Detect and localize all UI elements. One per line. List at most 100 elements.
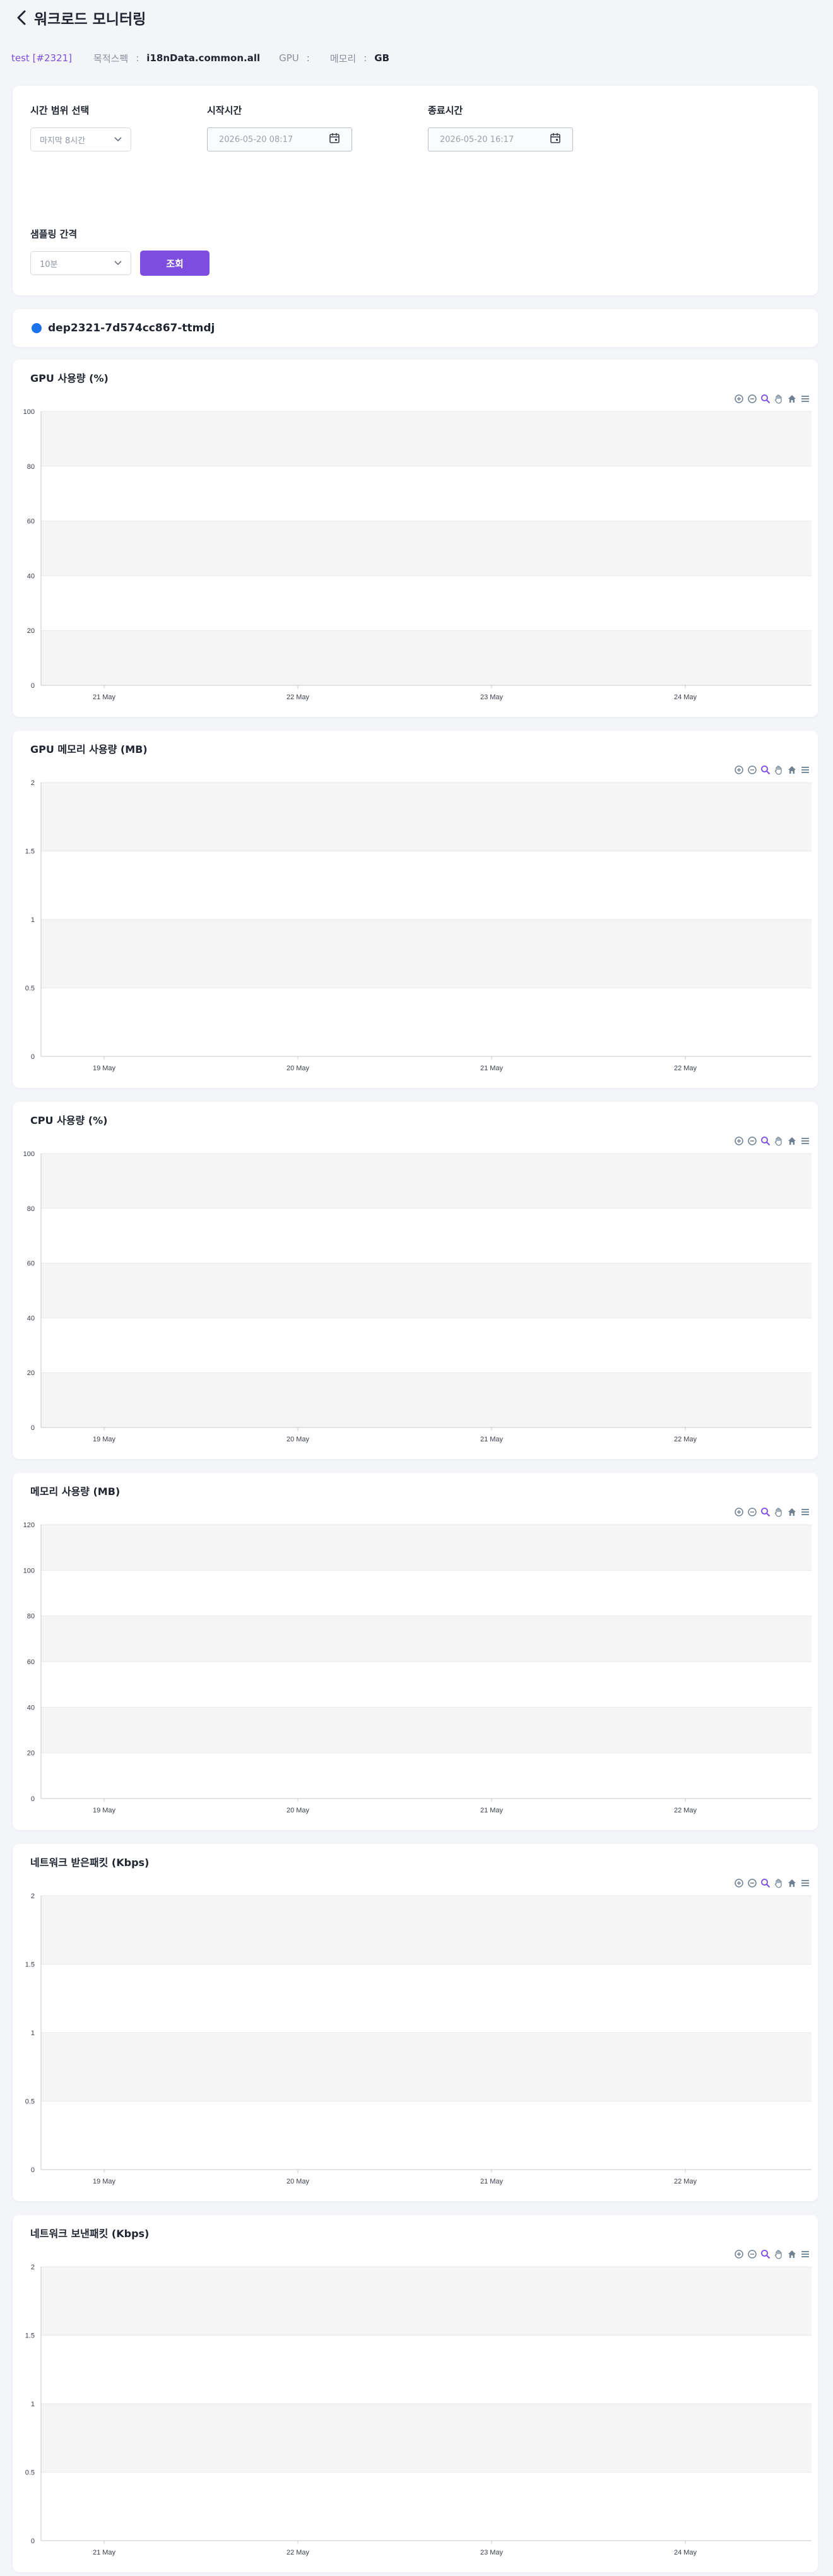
x-tick-label: 21 May xyxy=(93,694,116,701)
zoom-select-icon[interactable] xyxy=(760,1878,771,1888)
zoom-out-icon[interactable] xyxy=(747,765,757,775)
y-tick-label: 0.5 xyxy=(25,2469,35,2477)
grid-band xyxy=(41,1896,812,1964)
time-range-label: 시간 범위 선택 xyxy=(30,105,90,116)
time-range-value: 마지막 8시간 xyxy=(40,136,86,146)
chevron-down-icon xyxy=(114,135,122,145)
zoom-out-icon[interactable] xyxy=(747,1136,757,1146)
pan-hand-icon[interactable] xyxy=(774,1507,784,1517)
chart-title: GPU 사용량 (%) xyxy=(30,372,109,384)
pod-selector[interactable]: dep2321-7d574cc867-ttmdj xyxy=(13,309,818,347)
x-tick-label: 23 May xyxy=(480,2549,504,2556)
chart-card: 0 0.5 1 1.5 2 21 May 22 May 23 May 24 May 네트워크 보낸… xyxy=(13,2215,818,2572)
chart-title: GPU 메모리 사용량 (MB) xyxy=(30,743,148,755)
y-tick-label: 100 xyxy=(23,1567,35,1575)
y-tick-label: 1.5 xyxy=(25,1961,35,1969)
colon-separator: : xyxy=(306,52,310,64)
start-time-input[interactable]: 2026-05-20 08:17 xyxy=(207,127,352,151)
search-button[interactable]: 조회 xyxy=(140,251,210,276)
colon-separator: : xyxy=(136,52,139,64)
menu-icon[interactable] xyxy=(800,2249,810,2259)
home-icon[interactable] xyxy=(787,394,797,404)
pan-hand-icon[interactable] xyxy=(774,2249,784,2259)
y-tick-label: 0 xyxy=(31,1053,35,1061)
grid-band xyxy=(41,411,812,466)
x-tick-label: 22 May xyxy=(287,694,310,701)
menu-icon[interactable] xyxy=(800,394,810,404)
menu-icon[interactable] xyxy=(800,1507,810,1517)
y-tick-label: 60 xyxy=(27,518,35,526)
y-tick-label: 80 xyxy=(27,463,35,471)
chart-card: 0 0.5 1 1.5 2 19 May 20 May 21 May 22 May GPU 메모리… xyxy=(13,731,818,1088)
x-tick-label: 20 May xyxy=(287,1436,310,1443)
x-tick-label: 21 May xyxy=(480,1807,504,1814)
zoom-in-icon[interactable] xyxy=(734,1507,744,1517)
zoom-select-icon[interactable] xyxy=(760,1507,771,1517)
zoom-out-icon[interactable] xyxy=(747,1878,757,1888)
pan-hand-icon[interactable] xyxy=(774,394,784,404)
pod-name: dep2321-7d574cc867-ttmdj xyxy=(48,322,215,334)
x-tick-label: 21 May xyxy=(480,1065,504,1072)
zoom-in-icon[interactable] xyxy=(734,2249,744,2259)
zoom-select-icon[interactable] xyxy=(760,2249,771,2259)
x-tick-label: 22 May xyxy=(287,2549,310,2556)
zoom-select-icon[interactable] xyxy=(760,765,771,775)
pan-hand-icon[interactable] xyxy=(774,765,784,775)
home-icon[interactable] xyxy=(787,1136,797,1146)
chart-plot: 0 0.5 1 1.5 2 19 May 20 May 21 May 22 May xyxy=(25,1893,812,2185)
time-range-select[interactable]: 마지막 8시간 xyxy=(30,127,131,151)
zoom-select-icon[interactable] xyxy=(760,1136,771,1146)
chart-toolbar xyxy=(734,394,810,404)
chart-toolbar xyxy=(734,1136,810,1146)
y-tick-label: 0 xyxy=(31,2166,35,2174)
home-icon[interactable] xyxy=(787,2249,797,2259)
calendar-icon[interactable] xyxy=(329,133,340,146)
chart-title: 네트워크 받은패킷 (Kbps) xyxy=(30,1857,150,1869)
home-icon[interactable] xyxy=(787,1878,797,1888)
chart-title: 네트워크 보낸패킷 (Kbps) xyxy=(30,2228,150,2240)
menu-icon[interactable] xyxy=(800,765,810,775)
x-tick-label: 24 May xyxy=(674,2549,697,2556)
grid-band xyxy=(41,1373,812,1427)
grid-band xyxy=(41,2267,812,2336)
menu-icon[interactable] xyxy=(800,1878,810,1888)
calendar-icon[interactable] xyxy=(550,133,561,146)
pan-hand-icon[interactable] xyxy=(774,1136,784,1146)
zoom-select-icon[interactable] xyxy=(760,394,771,404)
y-tick-label: 2 xyxy=(31,779,35,787)
x-tick-label: 19 May xyxy=(93,1065,116,1072)
y-tick-label: 20 xyxy=(27,627,35,635)
grid-band xyxy=(41,2033,812,2101)
home-icon[interactable] xyxy=(787,765,797,775)
y-tick-label: 100 xyxy=(23,1150,35,1158)
zoom-in-icon[interactable] xyxy=(734,1136,744,1146)
grid-band xyxy=(41,1525,812,1571)
zoom-out-icon[interactable] xyxy=(747,2249,757,2259)
menu-icon[interactable] xyxy=(800,1136,810,1146)
zoom-out-icon[interactable] xyxy=(747,394,757,404)
zoom-in-icon[interactable] xyxy=(734,765,744,775)
x-tick-label: 24 May xyxy=(674,694,697,701)
chart-card: 0 20 40 60 80 100 120 19 May 20 May 21 May 22 May 메… xyxy=(13,1473,818,1830)
y-tick-label: 60 xyxy=(27,1260,35,1268)
zoom-in-icon[interactable] xyxy=(734,394,744,404)
y-tick-label: 1.5 xyxy=(25,2332,35,2340)
grid-band xyxy=(41,630,812,685)
chart-toolbar xyxy=(734,2249,810,2259)
end-time-input[interactable]: 2026-05-20 16:17 xyxy=(428,127,573,151)
zoom-out-icon[interactable] xyxy=(747,1507,757,1517)
pan-hand-icon[interactable] xyxy=(774,1878,784,1888)
y-tick-label: 80 xyxy=(27,1205,35,1213)
x-tick-label: 19 May xyxy=(93,1436,116,1443)
back-arrow-icon[interactable] xyxy=(13,8,32,27)
grid-band xyxy=(41,1707,812,1753)
grid-band xyxy=(41,1263,812,1318)
sampling-interval-value: 10분 xyxy=(40,259,58,269)
chart-plot: 0 0.5 1 1.5 2 19 May 20 May 21 May 22 May xyxy=(25,779,812,1072)
home-icon[interactable] xyxy=(787,1507,797,1517)
x-tick-label: 20 May xyxy=(287,1807,310,1814)
sampling-interval-select[interactable]: 10분 xyxy=(30,251,131,275)
x-tick-label: 23 May xyxy=(480,694,504,701)
y-tick-label: 2 xyxy=(31,1893,35,1900)
zoom-in-icon[interactable] xyxy=(734,1878,744,1888)
